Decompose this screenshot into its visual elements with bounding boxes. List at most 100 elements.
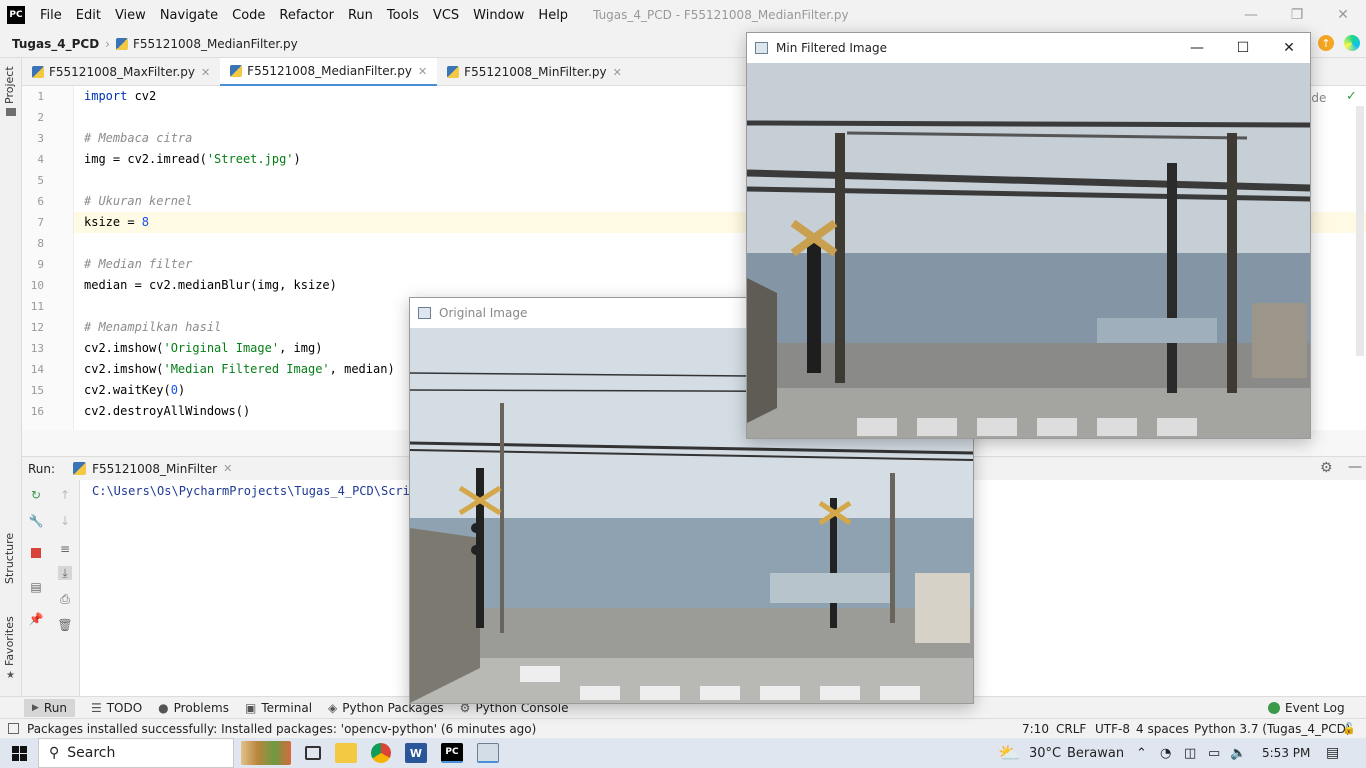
- line-number: 3: [37, 132, 44, 145]
- tab-medianfilter[interactable]: F55121008_MedianFilter.py ✕: [220, 58, 438, 86]
- hide-panel-icon[interactable]: —: [1348, 459, 1362, 475]
- project-tool-button[interactable]: Project: [3, 66, 16, 104]
- line-number: 4: [37, 153, 44, 166]
- scroll-to-end-icon[interactable]: ⤓: [58, 566, 72, 580]
- show-hidden-icons-icon[interactable]: ⌃: [1136, 746, 1147, 761]
- lock-icon[interactable]: 🔓: [1342, 722, 1356, 735]
- run-config-tab[interactable]: F55121008_MinFilter: [92, 462, 217, 476]
- line-number: 5: [37, 174, 44, 187]
- notifications-icon[interactable]: ▤: [1326, 745, 1339, 761]
- ide-restore-button[interactable]: ❐: [1274, 0, 1320, 30]
- code-text: , img): [279, 341, 323, 355]
- close-tab-icon[interactable]: ✕: [613, 66, 622, 79]
- line-number: 12: [30, 321, 44, 334]
- menu-edit[interactable]: Edit: [69, 8, 108, 23]
- meet-now-icon[interactable]: ◫: [1184, 746, 1196, 761]
- clock-time[interactable]: 5:53 PM: [1262, 746, 1310, 760]
- ide-close-button[interactable]: ✕: [1320, 0, 1366, 30]
- close-run-tab-icon[interactable]: ✕: [223, 462, 232, 475]
- search-icon: ⚲: [49, 745, 60, 761]
- battery-icon[interactable]: ▭: [1208, 746, 1220, 761]
- menu-view[interactable]: View: [108, 8, 153, 23]
- menu-window[interactable]: Window: [466, 8, 531, 23]
- breadcrumb-project[interactable]: Tugas_4_PCD: [12, 37, 99, 51]
- code-text: cv2.imshow(: [84, 341, 164, 355]
- print-icon[interactable]: ⎙: [58, 592, 72, 606]
- task-view-icon[interactable]: [305, 746, 321, 760]
- gear-icon[interactable]: ⚙: [1320, 460, 1333, 476]
- structure-tool-button[interactable]: Structure: [3, 533, 16, 584]
- up-arrow-icon[interactable]: ↑: [58, 488, 72, 502]
- menu-tools[interactable]: Tools: [380, 8, 426, 23]
- menu-vcs[interactable]: VCS: [426, 8, 466, 23]
- image-window-taskbar-icon[interactable]: [477, 743, 499, 763]
- min-filtered-image-window[interactable]: Min Filtered Image — ☐ ✕: [746, 32, 1311, 439]
- info-icon: ●: [158, 700, 169, 715]
- status-message[interactable]: Packages installed successfully: Install…: [27, 722, 536, 736]
- trash-icon[interactable]: 🗑: [57, 618, 72, 632]
- run-label: Run:: [28, 461, 56, 476]
- jetbrains-toolbox-icon[interactable]: [1344, 35, 1360, 51]
- chrome-icon[interactable]: [371, 743, 391, 763]
- breadcrumb-file[interactable]: F55121008_MedianFilter.py: [133, 37, 298, 51]
- line-number: 16: [30, 405, 44, 418]
- weather-description[interactable]: Berawan: [1067, 746, 1124, 761]
- volume-icon[interactable]: 🔈: [1230, 746, 1246, 761]
- terminal-tool-button[interactable]: ▣ Terminal: [245, 701, 312, 715]
- menu-file[interactable]: File: [33, 8, 69, 23]
- menu-run[interactable]: Run: [341, 8, 380, 23]
- soft-wrap-icon[interactable]: ≡: [58, 542, 72, 556]
- tab-minfilter[interactable]: F55121008_MinFilter.py ✕: [437, 58, 632, 86]
- event-log-button[interactable]: Event Log: [1268, 701, 1345, 715]
- status-toggle-icon[interactable]: [8, 723, 19, 734]
- indent-setting[interactable]: 4 spaces: [1136, 722, 1189, 736]
- menu-help[interactable]: Help: [531, 8, 575, 23]
- caret-position[interactable]: 7:10: [1022, 722, 1049, 736]
- down-arrow-icon[interactable]: ↓: [58, 514, 72, 528]
- network-icon[interactable]: ◔: [1160, 746, 1171, 761]
- close-tab-icon[interactable]: ✕: [418, 65, 427, 78]
- windows-start-icon[interactable]: [0, 738, 38, 768]
- min-window-maximize-button[interactable]: ☐: [1220, 33, 1266, 63]
- code-text: cv2.imshow(: [84, 362, 164, 376]
- code-comment: # Median filter: [84, 257, 193, 271]
- update-icon[interactable]: ↑: [1318, 35, 1334, 51]
- menu-navigate[interactable]: Navigate: [153, 8, 225, 23]
- menu-refactor[interactable]: Refactor: [272, 8, 341, 23]
- rerun-icon[interactable]: ↻: [29, 488, 43, 502]
- string-literal: 'Original Image': [163, 341, 280, 355]
- pin-icon[interactable]: 📌: [29, 612, 44, 626]
- code-line: ksize = 8: [84, 215, 149, 229]
- problems-tool-button[interactable]: ● Problems: [158, 701, 229, 715]
- todo-tool-button[interactable]: ☰ TODO: [91, 701, 142, 715]
- file-explorer-icon[interactable]: [335, 743, 357, 763]
- min-window-close-button[interactable]: ✕: [1266, 33, 1312, 63]
- layout-icon[interactable]: ▤: [29, 580, 43, 594]
- menu-code[interactable]: Code: [225, 8, 272, 23]
- event-log-icon: [1268, 701, 1280, 714]
- line-number: 6: [37, 195, 44, 208]
- line-separator[interactable]: CRLF: [1056, 722, 1086, 736]
- python-interpreter[interactable]: Python 3.7 (Tugas_4_PCD): [1194, 722, 1351, 736]
- search-highlight-image[interactable]: [241, 741, 291, 765]
- file-encoding[interactable]: UTF-8: [1095, 722, 1130, 736]
- stop-icon[interactable]: [31, 548, 41, 558]
- taskbar-search-box[interactable]: ⚲ Search: [38, 738, 234, 768]
- window-app-icon: [755, 42, 768, 54]
- close-tab-icon[interactable]: ✕: [201, 66, 210, 79]
- editor-scrollbar[interactable]: [1356, 106, 1364, 356]
- ide-minimize-button[interactable]: —: [1228, 0, 1274, 30]
- weather-temperature[interactable]: 30°C: [1029, 746, 1061, 761]
- line-number: 11: [30, 300, 44, 313]
- python-icon: [73, 462, 87, 475]
- run-tool-button[interactable]: ▶ Run: [24, 698, 75, 717]
- wrench-icon[interactable]: 🔧: [29, 514, 44, 528]
- favorites-tool-button[interactable]: Favorites: [3, 616, 16, 666]
- word-icon[interactable]: W: [405, 743, 427, 763]
- code-text: , median): [329, 362, 395, 376]
- min-window-minimize-button[interactable]: —: [1174, 33, 1220, 63]
- line-number: 10: [30, 279, 44, 292]
- pycharm-taskbar-icon[interactable]: PC: [441, 743, 463, 763]
- tab-maxfilter[interactable]: F55121008_MaxFilter.py ✕: [22, 58, 220, 86]
- menu-bar: PC File Edit View Navigate Code Refactor…: [0, 0, 1366, 30]
